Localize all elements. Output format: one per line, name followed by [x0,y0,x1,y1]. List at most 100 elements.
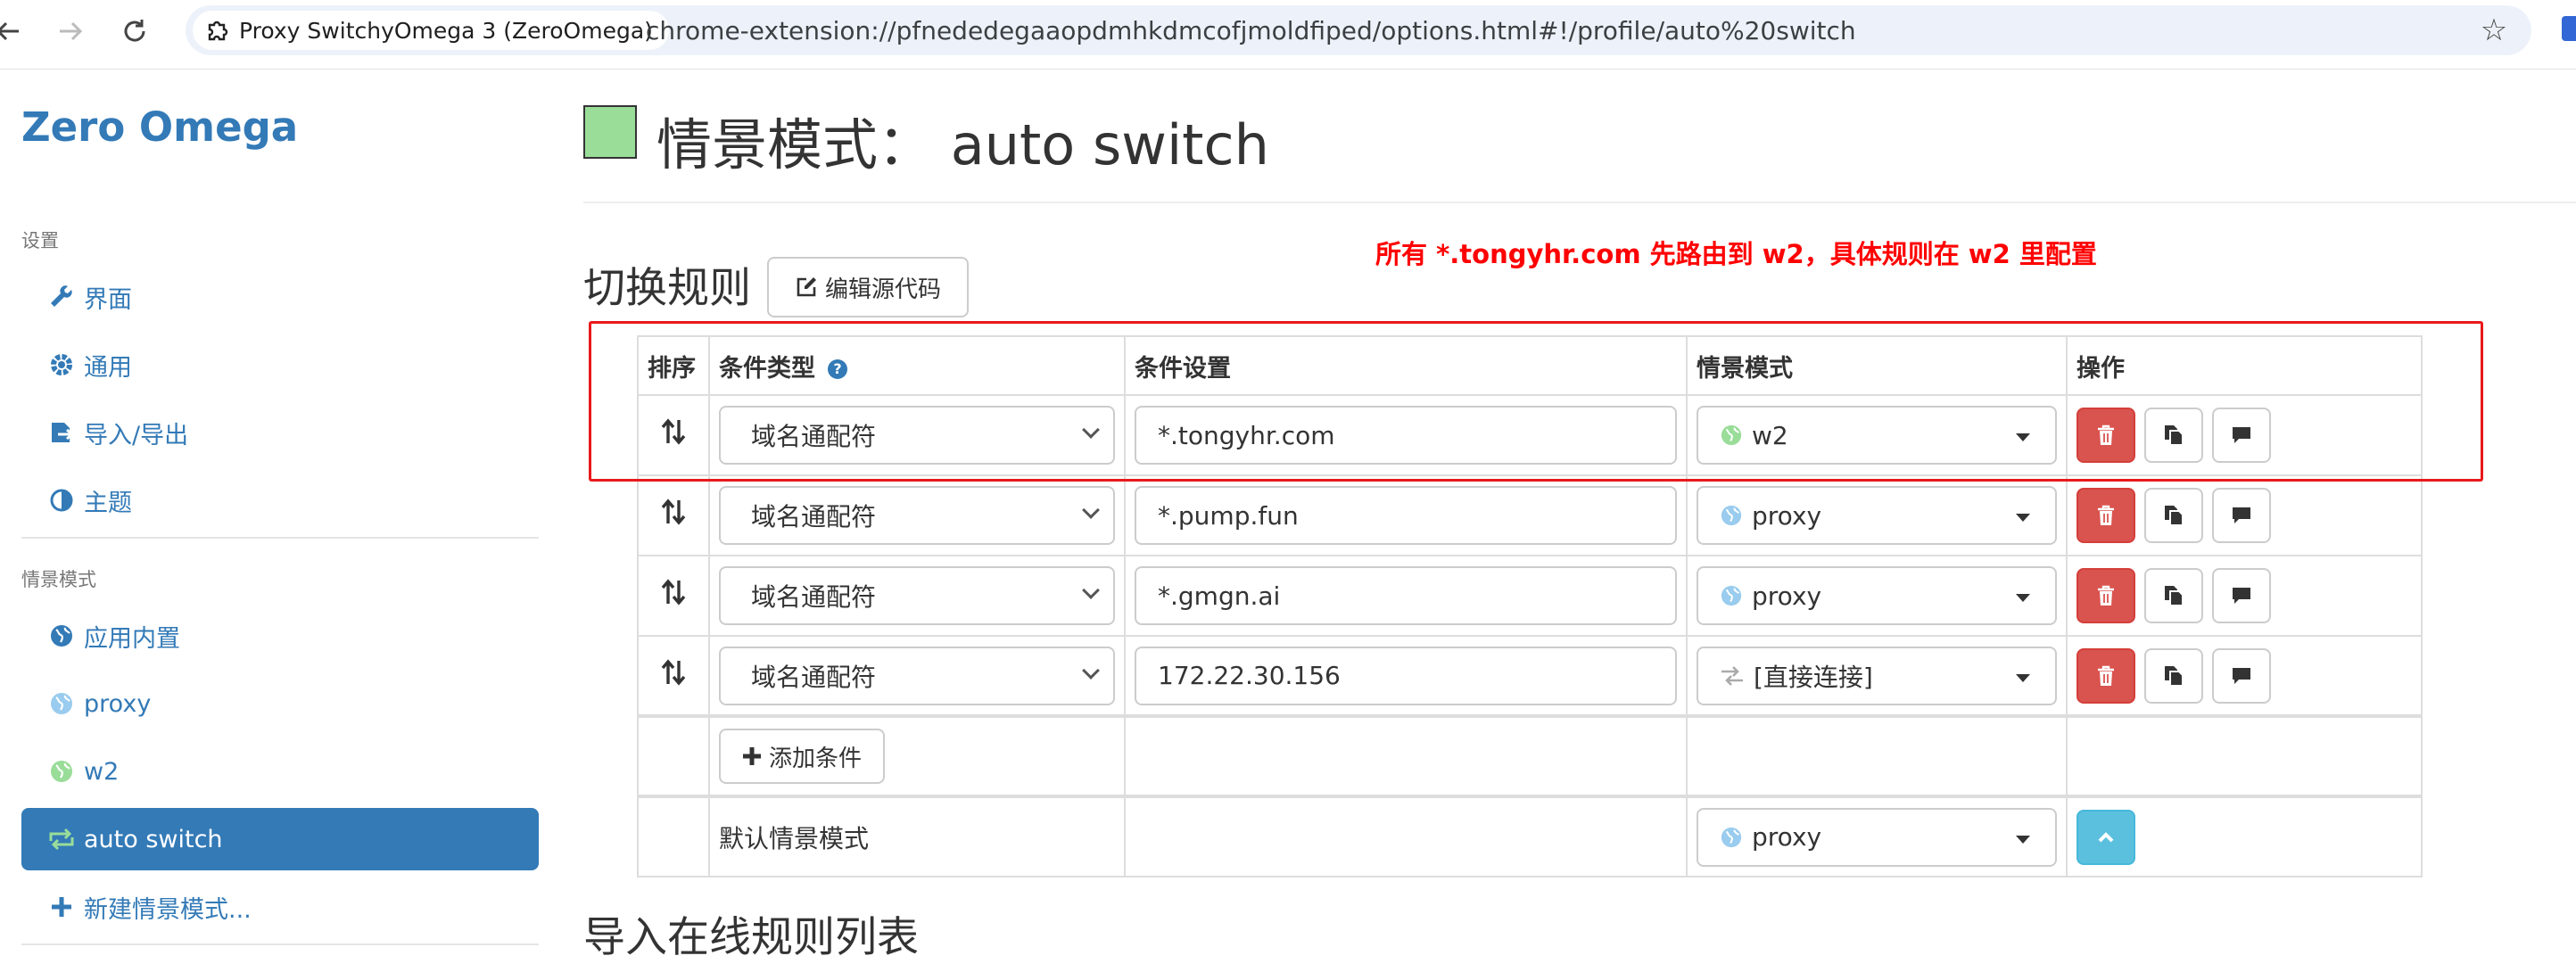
profile-select[interactable]: proxy [1697,486,2057,545]
sidebar-item-label: 导入/导出 [84,421,189,449]
profile-select[interactable]: proxy [1697,566,2057,625]
reload-button[interactable] [112,9,157,54]
profile-value: w2 [1752,420,1788,450]
delete-rule-button[interactable] [2076,408,2135,463]
svg-text:?: ? [834,360,842,377]
sidebar-item-interface[interactable]: 界面 [21,266,539,328]
header-condition-type: 条件类型 ? [708,335,1126,396]
sidebar-item-new-profile[interactable]: 新建情景模式... [21,876,539,938]
forward-button[interactable] [48,9,93,54]
sidebar-item-w2[interactable]: w2 [21,740,539,803]
rule-note-button[interactable] [2212,568,2271,623]
profile-value: [直接连接] [1754,662,1873,692]
back-arrow-icon [0,21,19,41]
profile-select[interactable]: [直接连接] [1697,646,2057,705]
sidebar-item-import-export[interactable]: 导入/导出 [21,401,539,464]
condition-type-select[interactable]: 域名通配符 [719,406,1115,465]
chevron-up-icon [2098,831,2114,842]
edit-source-button[interactable]: 编辑源代码 [767,257,969,317]
import-export-icon [46,420,77,445]
sort-handle[interactable] [637,474,710,556]
delete-rule-button[interactable] [2076,488,2135,543]
sidebar-item-auto-switch[interactable]: auto switch [21,808,539,870]
table-row: 域名通配符 *.gmgn.ai proxy [637,555,2423,637]
rule-note-button[interactable] [2212,488,2271,543]
rule-note-button[interactable] [2212,408,2271,463]
copy-icon [2165,506,2184,526]
header-condition-type-label: 条件类型 [719,354,815,383]
forward-arrow-icon [60,21,83,41]
switch-icon [46,827,77,852]
sidebar-item-proxy[interactable]: proxy [21,672,539,735]
site-info-chip[interactable]: Proxy SwitchyOmega 3 (ZeroOmega) [193,11,669,50]
bookmark-star-icon[interactable]: ☆ [2473,9,2515,52]
trash-icon [2098,585,2114,606]
clone-rule-button[interactable] [2144,488,2203,543]
header-actions: 操作 [2066,335,2423,396]
comment-icon [2233,507,2250,523]
default-profile-select[interactable]: proxy [1697,807,2057,867]
clone-rule-button[interactable] [2144,408,2203,463]
delete-rule-button[interactable] [2076,647,2135,704]
import-rules-title: 导入在线规则列表 [583,913,919,962]
tab-title: Proxy SwitchyOmega 3 (ZeroOmega) [239,17,653,44]
clone-rule-button[interactable] [2144,647,2203,704]
trash-icon [2098,505,2114,525]
delete-rule-button[interactable] [2076,568,2135,623]
condition-type-select[interactable]: 域名通配符 [719,486,1115,545]
brand-title[interactable]: Zero Omega [21,103,298,151]
extension-icon[interactable] [2562,16,2576,41]
back-button[interactable] [0,9,30,54]
sort-arrows-icon [661,579,686,606]
table-header-row: 排序 条件类型 ? 条件设置 情景模式 操作 [637,335,2423,396]
plus-icon [46,895,77,919]
address-bar[interactable]: Proxy SwitchyOmega 3 (ZeroOmega) chrome-… [186,5,2531,55]
rule-note-button[interactable] [2212,647,2271,704]
clone-rule-button[interactable] [2144,568,2203,623]
sidebar-item-label: 通用 [84,353,132,382]
sort-handle[interactable] [637,635,710,717]
condition-input[interactable]: *.pump.fun [1135,486,1677,545]
add-condition-button[interactable]: 添加条件 [719,729,885,784]
annotation-text: 所有 *.tongyhr.com 先路由到 w2，具体规则在 w2 里配置 [1375,239,2097,269]
add-condition-row: 添加条件 [637,714,2423,797]
chevron-down-icon [1082,661,1100,680]
sidebar-item-builtin[interactable]: 应用内置 [21,605,539,667]
help-icon[interactable]: ? [827,358,848,380]
comment-icon [2233,427,2250,443]
collapse-button[interactable] [2076,809,2135,865]
globe-icon [1720,826,1743,849]
sort-arrows-icon [661,418,686,445]
default-profile-label: 默认情景模式 [708,795,1126,877]
chevron-down-icon [1082,581,1100,599]
header-condition: 条件设置 [1124,335,1688,396]
sidebar-item-label: w2 [84,757,120,786]
url-text: chrome-extension://pfnededegaaopdmhkdmco… [646,15,1856,45]
table-row: 域名通配符 172.22.30.156 [直接连接] [637,635,2423,717]
condition-type-value: 域名通配符 [751,582,877,612]
condition-input[interactable]: 172.22.30.156 [1135,646,1677,705]
wrench-icon [46,284,77,309]
sort-handle[interactable] [637,555,710,637]
sidebar-item-general[interactable]: 通用 [21,334,539,396]
condition-type-select[interactable]: 域名通配符 [719,566,1115,625]
title-divider [583,202,2576,203]
sidebar-item-theme[interactable]: 主题 [21,469,539,531]
theme-icon [46,488,77,513]
profile-color-swatch[interactable] [583,105,637,159]
sidebar-item-label: 新建情景模式... [84,895,252,924]
sort-handle[interactable] [637,394,710,476]
header-profile: 情景模式 [1686,335,2068,396]
extension-puzzle-icon [208,21,228,41]
condition-value: *.gmgn.ai [1158,581,1281,611]
chevron-down-icon [1082,501,1100,519]
globe-icon [1720,424,1743,447]
condition-type-select[interactable]: 域名通配符 [719,646,1115,705]
sidebar-item-label: proxy [84,689,152,718]
reload-icon [124,20,145,42]
profile-select[interactable]: w2 [1697,406,2057,465]
caret-down-icon [2016,673,2030,682]
condition-input[interactable]: *.tongyhr.com [1135,406,1677,465]
switch-rules-table: 排序 条件类型 ? 条件设置 情景模式 操作 域名通配符 *.tongyhr.co… [637,335,2423,877]
condition-input[interactable]: *.gmgn.ai [1135,566,1677,625]
